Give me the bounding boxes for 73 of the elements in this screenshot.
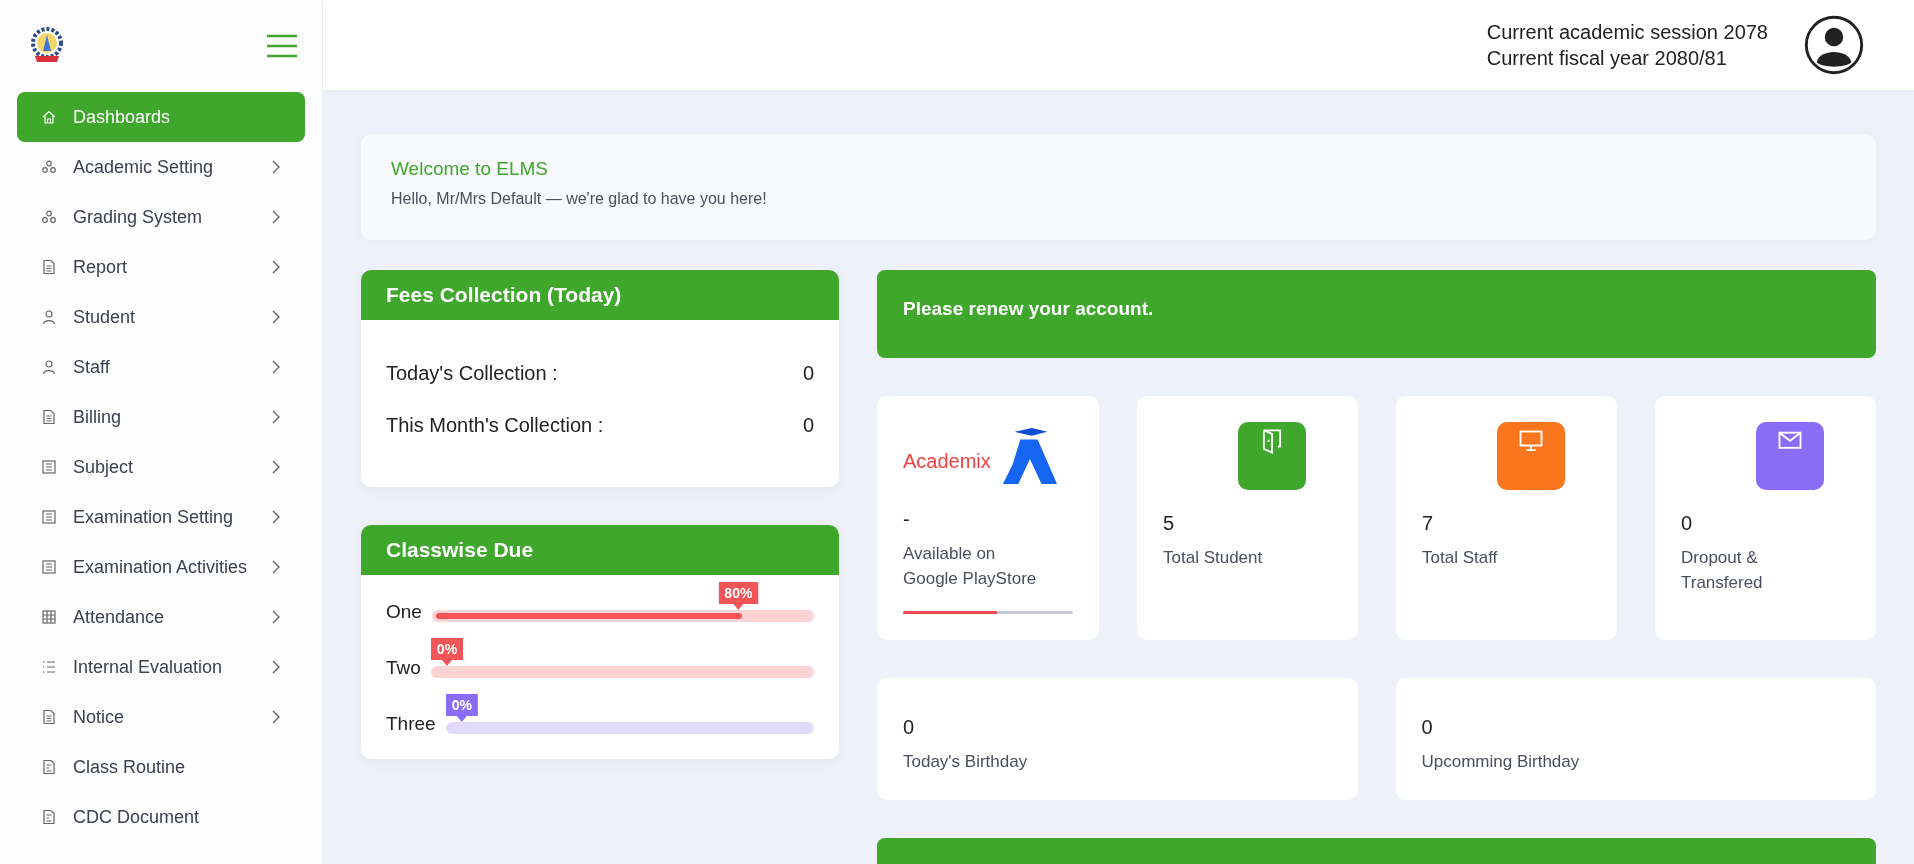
list-icon xyxy=(41,659,57,675)
stat-value: - xyxy=(903,508,911,531)
chevron-right-icon xyxy=(271,359,281,375)
class-label: One xyxy=(386,601,422,623)
file-icon xyxy=(41,809,57,825)
sidebar-item[interactable]: Report xyxy=(17,242,305,292)
user-icon xyxy=(41,359,57,375)
sidebar-item[interactable]: Billing xyxy=(17,392,305,442)
card-header: Fees Collection (Today) xyxy=(361,270,839,320)
chevron-right-icon xyxy=(271,709,281,725)
stat-label: Upcomming Birthday xyxy=(1421,751,1581,773)
circles-icon xyxy=(41,159,57,175)
menu-icon[interactable] xyxy=(267,34,297,58)
stat-label: Dropout & Transfered xyxy=(1681,547,1764,594)
sidebar-item[interactable]: CDC Document xyxy=(17,792,305,842)
collection-value: 0 xyxy=(802,414,814,437)
document-icon xyxy=(41,709,57,725)
document-icon xyxy=(41,409,57,425)
sidebar-item[interactable]: Notice xyxy=(17,692,305,742)
stat-label: Total Staff xyxy=(1422,547,1499,569)
sidebar-item[interactable]: Staff xyxy=(17,342,305,392)
sidebar-item[interactable]: Examination Activities xyxy=(17,542,305,592)
chevron-right-icon xyxy=(271,459,281,475)
document-icon xyxy=(41,259,57,275)
stat-label: Total Student xyxy=(1163,547,1264,569)
academic-session-text: Current academic session 2078 xyxy=(1486,20,1768,45)
grid-icon xyxy=(41,609,57,625)
sidebar-item[interactable]: Student xyxy=(17,292,305,342)
chevron-right-icon xyxy=(271,309,281,325)
chevron-right-icon xyxy=(271,409,281,425)
chevron-right-icon xyxy=(271,209,281,225)
avatar-icon[interactable] xyxy=(1804,15,1864,75)
stat-label: Today's Birthday xyxy=(903,751,1029,773)
chevron-right-icon xyxy=(271,559,281,575)
sidebar-item[interactable]: Attendance xyxy=(17,592,305,642)
sidebar-item[interactable]: Class Routine xyxy=(17,742,305,792)
percent-tooltip: 0% xyxy=(430,638,464,666)
collection-value: 0 xyxy=(802,362,814,385)
fiscal-year-text: Current fiscal year 2080/81 xyxy=(1486,46,1728,71)
file-icon xyxy=(41,759,57,775)
sidebar-item[interactable]: Internal Evaluation xyxy=(17,642,305,692)
brand-name: Academix xyxy=(903,449,991,473)
chevron-right-icon xyxy=(271,609,281,625)
percent-tooltip: 0% xyxy=(445,694,478,722)
sidebar-item[interactable]: Examination Setting xyxy=(17,492,305,542)
stat-value: 0 xyxy=(1681,512,1694,535)
sidebar-item[interactable]: Grading System xyxy=(17,192,305,242)
circles-icon xyxy=(41,209,57,225)
chevron-right-icon xyxy=(271,159,281,175)
collection-label: Today's Collection : xyxy=(386,362,558,385)
sheet-icon xyxy=(41,509,57,525)
stat-value: 5 xyxy=(1163,512,1176,535)
chevron-right-icon xyxy=(271,259,281,275)
stat-value: 0 xyxy=(1421,716,1434,739)
sheet-icon xyxy=(41,559,57,575)
welcome-message: Hello, Mr/Mrs Default — we're glad to have you here! xyxy=(391,190,768,208)
collection-label: This Month's Collection : xyxy=(386,414,604,437)
stat-label: Available on Google PlayStore xyxy=(903,543,1038,590)
user-icon xyxy=(41,309,57,325)
sidebar-item[interactable]: Academic Setting xyxy=(17,142,305,192)
card-header: Classwise Due xyxy=(361,525,839,575)
chevron-right-icon xyxy=(271,509,281,525)
home-icon xyxy=(41,109,57,125)
stat-value: 7 xyxy=(1422,512,1435,535)
sidebar-item[interactable]: Subject xyxy=(17,442,305,492)
stat-value: 0 xyxy=(903,716,916,739)
sheet-icon xyxy=(41,459,57,475)
chevron-right-icon xyxy=(271,659,281,675)
class-label: Three xyxy=(386,713,436,735)
renew-banner: Please renew your account. xyxy=(877,270,1876,358)
welcome-title: Welcome to ELMS xyxy=(391,158,549,180)
percent-tooltip: 80% xyxy=(718,582,759,610)
class-label: Two xyxy=(386,657,421,679)
